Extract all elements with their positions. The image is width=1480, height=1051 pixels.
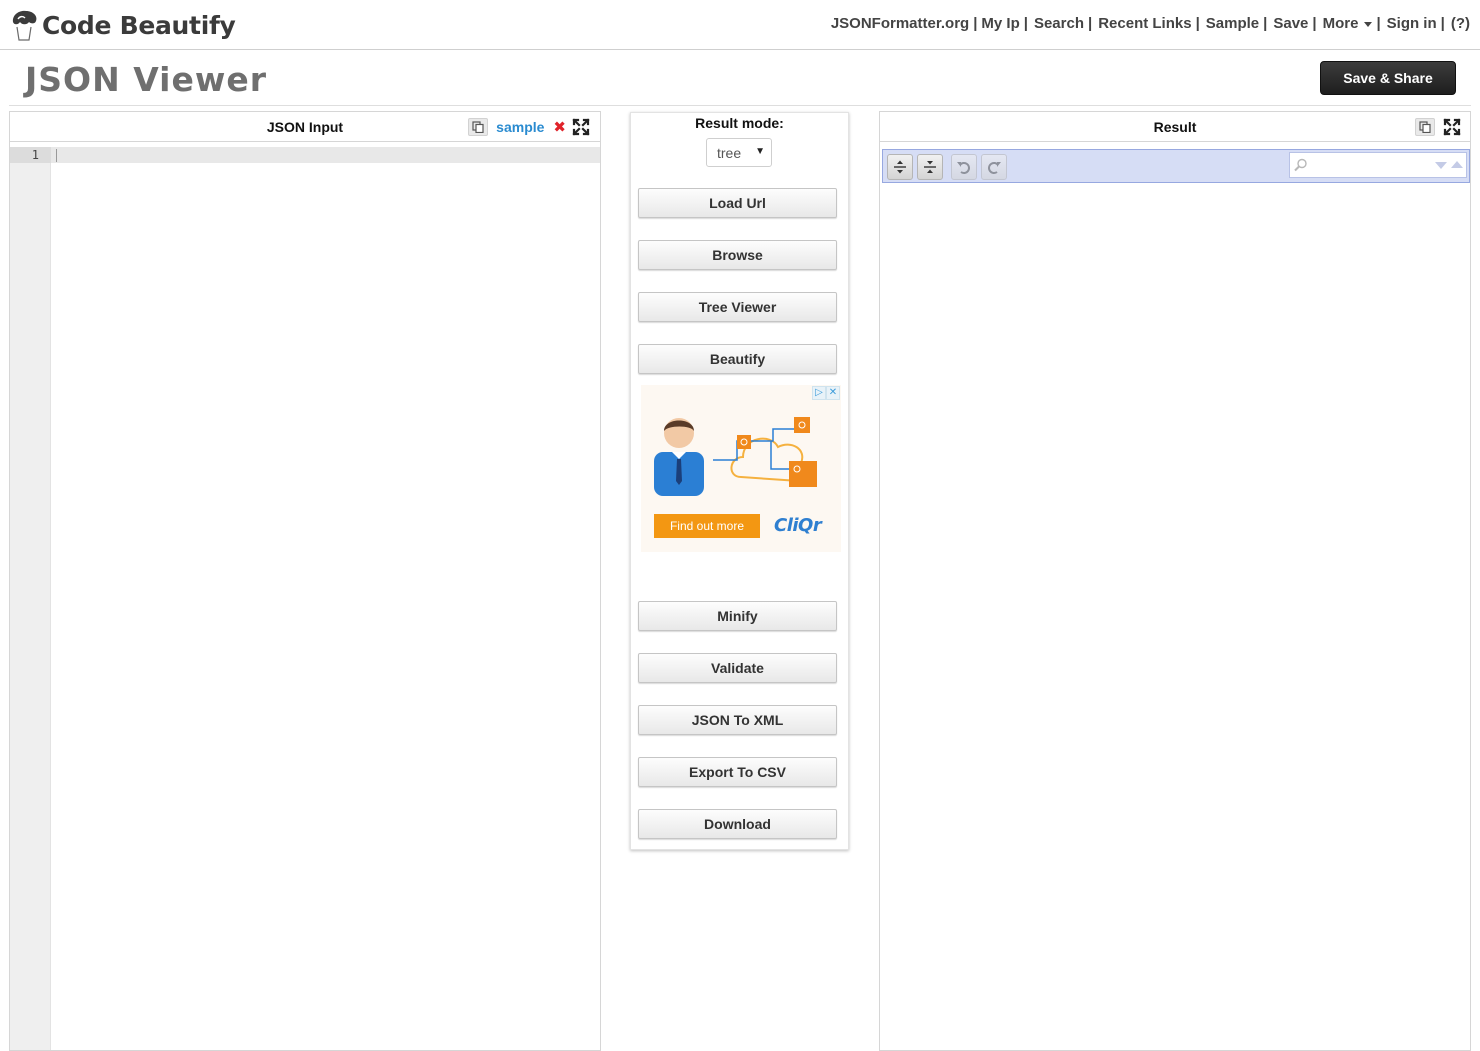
undo-icon[interactable] xyxy=(951,154,977,180)
nav-link-search[interactable]: Search xyxy=(1034,15,1084,32)
browse-button[interactable]: Browse xyxy=(638,240,837,270)
nav-more-label: More xyxy=(1322,15,1359,32)
nav-separator: | xyxy=(1263,15,1268,32)
tree-viewer-button[interactable]: Tree Viewer xyxy=(638,292,837,322)
load-url-button[interactable]: Load Url xyxy=(638,188,837,218)
nav-link-sign-in[interactable]: Sign in xyxy=(1387,15,1437,32)
download-button[interactable]: Download xyxy=(638,809,837,839)
text-cursor xyxy=(56,149,57,162)
tree-toolbar xyxy=(882,149,1470,183)
collapse-all-glyph-icon xyxy=(924,161,936,173)
result-mode-label: Result mode: xyxy=(695,115,784,131)
page-title: JSON Viewer xyxy=(25,60,267,99)
nav-separator: | xyxy=(1023,15,1028,32)
json-to-xml-button[interactable]: JSON To XML xyxy=(638,705,837,735)
ad-brand-logo: CliQr xyxy=(774,515,822,536)
brand-name: Code Beautify xyxy=(42,10,236,40)
caret-down-icon xyxy=(1364,21,1373,27)
search-icon xyxy=(1294,158,1307,172)
result-mode-select[interactable]: tree ▼ xyxy=(706,138,772,167)
result-panel-title: Result xyxy=(1153,119,1197,135)
nav-separator: | xyxy=(1312,15,1317,32)
brand[interactable]: Code Beautify xyxy=(9,6,236,44)
chevron-down-icon[interactable] xyxy=(1435,161,1447,171)
top-navbar: Code Beautify JSONFormatter.org | My Ip … xyxy=(0,0,1480,50)
line-number-gutter: 1 xyxy=(10,147,51,1050)
nav-dropdown-more[interactable]: More xyxy=(1323,15,1373,32)
result-mode-value: tree xyxy=(717,145,742,161)
divider xyxy=(9,105,1471,106)
fullscreen-expand-icon[interactable] xyxy=(572,118,590,136)
nav-link-my-ip[interactable]: My Ip xyxy=(981,15,1019,32)
result-panel: Result xyxy=(879,111,1471,1051)
nav-link-jsonformatter[interactable]: JSONFormatter.org xyxy=(831,15,969,32)
export-to-csv-button[interactable]: Export To CSV xyxy=(638,757,837,787)
ad-illustration xyxy=(654,417,817,496)
input-panel-header: JSON Input sample ✖ xyxy=(10,112,600,142)
clear-icon[interactable]: ✖ xyxy=(553,120,566,135)
undo-glyph-icon xyxy=(957,162,970,174)
brand-logo-icon xyxy=(12,10,37,41)
minify-button[interactable]: Minify xyxy=(638,601,837,631)
input-panel-tools: sample ✖ xyxy=(468,118,590,136)
nav-link-help[interactable]: (?) xyxy=(1451,15,1470,32)
nav-separator: | xyxy=(1440,15,1445,32)
nav-link-recent-links[interactable]: Recent Links xyxy=(1098,15,1191,32)
tree-search-box xyxy=(1289,152,1467,178)
nav-link-save[interactable]: Save xyxy=(1273,15,1308,32)
copy-icon[interactable] xyxy=(1415,118,1435,136)
nav-separator: | xyxy=(1195,15,1200,32)
top-nav-links: JSONFormatter.org | My Ip | Search | Rec… xyxy=(831,15,1470,32)
line-number: 1 xyxy=(31,148,39,162)
redo-glyph-icon xyxy=(988,162,1001,174)
ad-find-out-more-button[interactable]: Find out more xyxy=(654,514,760,538)
nav-link-sample[interactable]: Sample xyxy=(1206,15,1259,32)
nav-separator: | xyxy=(1088,15,1093,32)
redo-icon[interactable] xyxy=(981,154,1007,180)
tree-search-input[interactable] xyxy=(1310,155,1430,175)
chevron-up-icon[interactable] xyxy=(1451,159,1463,169)
json-input-panel: JSON Input sample ✖ 1 xyxy=(9,111,601,1051)
ad-banner[interactable]: ▷ ✕ Find out more CliQr xyxy=(641,385,841,552)
copy-glyph-icon xyxy=(1419,121,1431,133)
result-panel-tools xyxy=(1415,118,1461,136)
expand-all-glyph-icon xyxy=(894,160,906,174)
save-share-button[interactable]: Save & Share xyxy=(1320,61,1456,95)
select-arrow-icon: ▼ xyxy=(755,146,765,157)
controls-panel: Result mode: tree ▼ Load Url Browse Tree… xyxy=(630,112,849,850)
active-line-highlight xyxy=(51,147,600,163)
copy-glyph-icon xyxy=(472,121,484,133)
result-panel-header: Result xyxy=(880,112,1470,142)
copy-icon[interactable] xyxy=(468,118,489,136)
json-input-editor[interactable]: 1 xyxy=(10,147,600,1050)
fullscreen-expand-icon[interactable] xyxy=(1443,118,1461,136)
beautify-button[interactable]: Beautify xyxy=(638,344,837,374)
expand-all-icon[interactable] xyxy=(887,154,913,180)
collapse-all-icon[interactable] xyxy=(917,154,943,180)
nav-separator: | xyxy=(973,15,978,32)
nav-separator: | xyxy=(1376,15,1381,32)
sample-link[interactable]: sample xyxy=(496,119,544,135)
validate-button[interactable]: Validate xyxy=(638,653,837,683)
